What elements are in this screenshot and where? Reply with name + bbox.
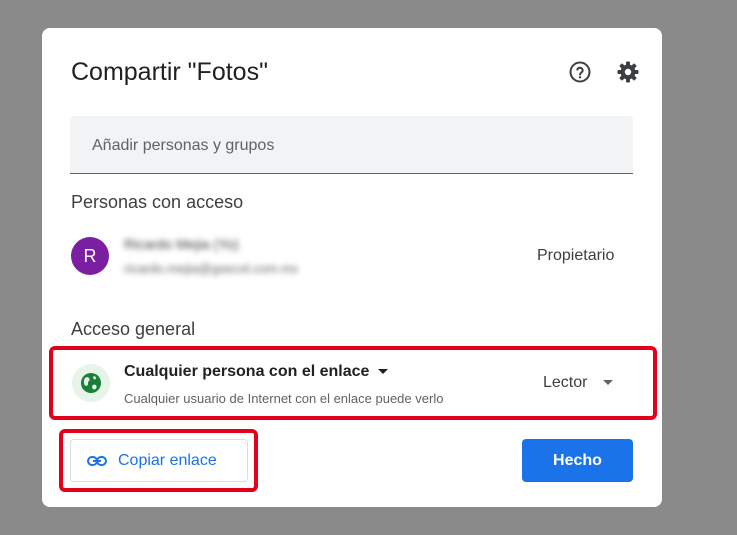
add-people-field[interactable] xyxy=(70,116,633,176)
done-button[interactable]: Hecho xyxy=(522,439,633,482)
role-label: Lector xyxy=(543,374,588,391)
general-access-description: Cualquier usuario de Internet con el enl… xyxy=(124,391,444,406)
add-people-input[interactable] xyxy=(90,116,614,176)
dialog-title: Compartir "Fotos" xyxy=(71,58,268,86)
owner-name: Ricardo Mejia (Yo) xyxy=(124,236,239,252)
general-access-type: Cualquier persona con el enlace xyxy=(124,363,370,380)
copy-link-button[interactable]: Copiar enlace xyxy=(70,439,248,482)
gear-icon[interactable] xyxy=(616,60,640,84)
dropdown-arrow-icon xyxy=(378,369,389,375)
role-dropdown[interactable]: Lector xyxy=(543,374,614,392)
people-with-access-heading: Personas con acceso xyxy=(71,192,244,212)
share-dialog: Compartir "Fotos" Personas c xyxy=(42,28,662,507)
owner-role: Propietario xyxy=(537,247,615,264)
dropdown-arrow-icon xyxy=(603,380,614,386)
owner-email: ricardo.mejia@gsecol.com.mx xyxy=(124,261,299,276)
globe-icon xyxy=(72,364,110,402)
link-icon xyxy=(87,456,107,466)
help-icon[interactable] xyxy=(568,60,592,84)
general-access-dropdown[interactable]: Cualquier persona con el enlace xyxy=(124,363,389,381)
copy-link-label: Copiar enlace xyxy=(118,452,217,469)
avatar: R xyxy=(71,237,109,275)
general-access-heading: Acceso general xyxy=(71,319,196,339)
